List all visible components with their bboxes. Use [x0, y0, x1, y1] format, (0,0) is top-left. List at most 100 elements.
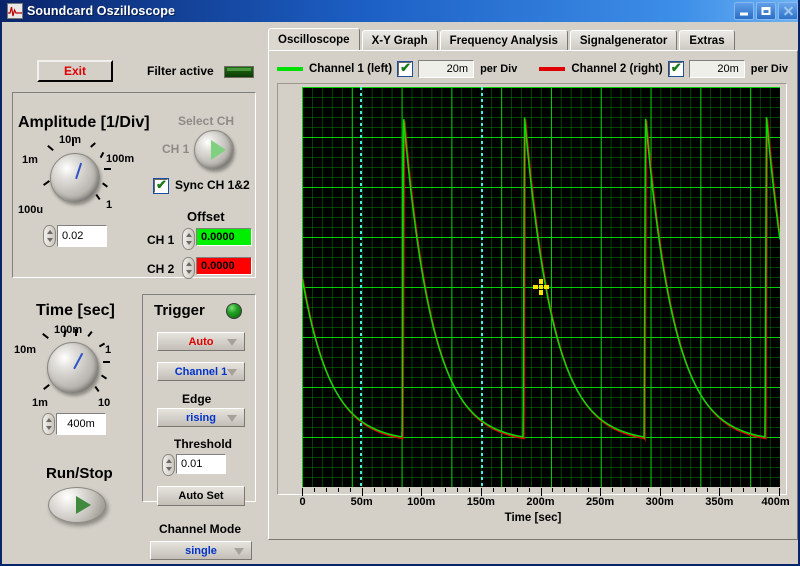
amplitude-knob-needle [75, 162, 83, 180]
channel-1-enable-checkbox[interactable] [397, 60, 414, 77]
channel-2-per-div-label: per Div [750, 63, 789, 75]
x-tick-label: 350m [705, 496, 734, 508]
auto-set-button[interactable]: Auto Set [157, 486, 245, 506]
maximize-button[interactable] [756, 2, 776, 20]
time-value-field[interactable]: 400m [56, 413, 106, 435]
cursor-line-1[interactable] [360, 87, 362, 487]
trigger-source-dropdown[interactable]: Channel 1 [157, 362, 245, 381]
select-ch-value: CH 1 [162, 142, 190, 156]
x-tick-label: 0 [299, 496, 306, 508]
x-tick-label: 100m [407, 496, 436, 508]
select-ch-label: Select CH [178, 114, 235, 128]
time-knob-label-100m: 100m [54, 324, 83, 336]
tab-extras[interactable]: Extras [679, 30, 735, 52]
x-axis-ticks [302, 488, 780, 496]
trigger-edge-label: Edge [182, 392, 212, 406]
cursor-marker[interactable] [533, 279, 549, 295]
tab-frequency-analysis[interactable]: Frequency Analysis [439, 30, 568, 52]
tab-oscilloscope[interactable]: Oscilloscope [268, 28, 360, 52]
amplitude-knob-label-1m: 1m [22, 154, 38, 166]
title-bar: Soundcard Oszilloscope [2, 0, 798, 22]
x-axis-title: Time [sec] [504, 512, 562, 524]
trigger-threshold-field[interactable]: 0.01 [176, 454, 226, 474]
play-icon [76, 496, 91, 514]
window-title: Soundcard Oszilloscope [27, 4, 176, 18]
waveform-plot[interactable] [302, 87, 780, 487]
x-tick-label: 50m [350, 496, 373, 508]
channel-2-enable-checkbox[interactable] [667, 60, 684, 77]
channel-2-label: Channel 2 (right) [571, 63, 663, 75]
time-knob[interactable] [47, 342, 99, 394]
time-value-spinner[interactable] [42, 413, 55, 435]
offset-ch2-label: CH 2 [147, 262, 175, 276]
filter-active-led [224, 66, 254, 78]
x-tick-label: 400m [761, 496, 790, 508]
trigger-source-value: Channel 1 [174, 365, 228, 378]
filter-active-label: Filter active [147, 64, 214, 78]
time-title: Time [sec] [36, 302, 115, 319]
app-icon [7, 3, 23, 19]
trigger-title: Trigger [154, 302, 205, 319]
sync-channels-checkbox[interactable] [153, 177, 169, 194]
sync-channels-label: Sync CH 1&2 [175, 178, 250, 192]
amplitude-knob-label-100m: 100m [106, 153, 135, 165]
channel-mode-value: single [185, 544, 217, 557]
oscilloscope-window: Soundcard Oszilloscope Exit Filter activ… [0, 0, 800, 566]
channel-2-color-swatch [539, 67, 566, 71]
trigger-threshold-spinner[interactable] [162, 454, 175, 476]
channel-1-trace [302, 117, 780, 441]
amplitude-knob-label-100u: 100u [18, 204, 44, 216]
minimize-button[interactable] [734, 2, 754, 20]
amplitude-title: Amplitude [1/Div] [18, 114, 150, 131]
tab-area: Oscilloscope X-Y Graph Frequency Analysi… [264, 22, 798, 564]
chevron-down-icon [234, 548, 244, 555]
channel-1-color-swatch [277, 67, 303, 71]
amplitude-value-spinner[interactable] [43, 225, 56, 247]
x-axis-tick-labels: 0 50m 100m 150m 200m 250m 300m 350m 400m [278, 496, 790, 510]
channel-legend: Channel 1 (left) 20m per Div Channel 2 (… [277, 59, 793, 79]
channel-mode-label: Channel Mode [159, 522, 242, 536]
trigger-edge-dropdown[interactable]: rising [157, 408, 245, 427]
chevron-down-icon [227, 369, 237, 376]
window-controls [734, 2, 798, 20]
cursor-line-2[interactable] [481, 87, 483, 487]
offset-title: Offset [187, 209, 225, 224]
offset-ch2-spinner[interactable] [182, 257, 195, 279]
tab-signalgenerator[interactable]: Signalgenerator [569, 30, 678, 52]
trigger-led [226, 303, 242, 319]
channel-1-label: Channel 1 (left) [309, 63, 393, 75]
time-knob-label-1m: 1m [32, 397, 48, 409]
amplitude-knob-label-10m: 10m [59, 134, 82, 146]
x-tick-label: 300m [645, 496, 674, 508]
time-knob-needle [73, 352, 84, 370]
channel-1-div-field[interactable]: 20m [418, 60, 475, 78]
offset-ch1-field[interactable]: 0.0000 [196, 228, 252, 246]
offset-ch1-label: CH 1 [147, 233, 175, 247]
tab-bar: Oscilloscope X-Y Graph Frequency Analysi… [268, 28, 737, 52]
control-panel: Exit Filter active Amplitude [1/Div] 10m… [2, 22, 264, 564]
trigger-mode-value: Auto [188, 335, 214, 348]
oscilloscope-panel: Channel 1 (left) 20m per Div Channel 2 (… [268, 50, 798, 540]
amplitude-knob[interactable] [50, 153, 100, 203]
chevron-down-icon [227, 415, 237, 422]
offset-ch2-field[interactable]: 0.0000 [196, 257, 252, 275]
select-ch-arrow-icon [211, 140, 226, 160]
trigger-edge-value: rising [186, 411, 216, 424]
x-tick-label: 150m [466, 496, 495, 508]
trigger-threshold-label: Threshold [174, 437, 233, 451]
x-tick-label: 200m [526, 496, 555, 508]
amplitude-value-field[interactable]: 0.02 [57, 225, 107, 247]
amplitude-knob-label-1: 1 [106, 199, 113, 211]
channel-mode-dropdown[interactable]: single [150, 541, 252, 560]
trigger-mode-dropdown[interactable]: Auto [157, 332, 245, 351]
channel-1-per-div-label: per Div [480, 63, 518, 75]
x-tick-label: 250m [586, 496, 615, 508]
time-knob-label-1: 1 [105, 344, 112, 356]
tab-xy-graph[interactable]: X-Y Graph [361, 30, 438, 52]
time-knob-label-10: 10 [98, 397, 111, 409]
chevron-down-icon [227, 339, 237, 346]
close-button[interactable] [778, 2, 798, 20]
exit-button[interactable]: Exit [37, 60, 113, 82]
offset-ch1-spinner[interactable] [182, 228, 195, 250]
channel-2-div-field[interactable]: 20m [688, 60, 745, 78]
